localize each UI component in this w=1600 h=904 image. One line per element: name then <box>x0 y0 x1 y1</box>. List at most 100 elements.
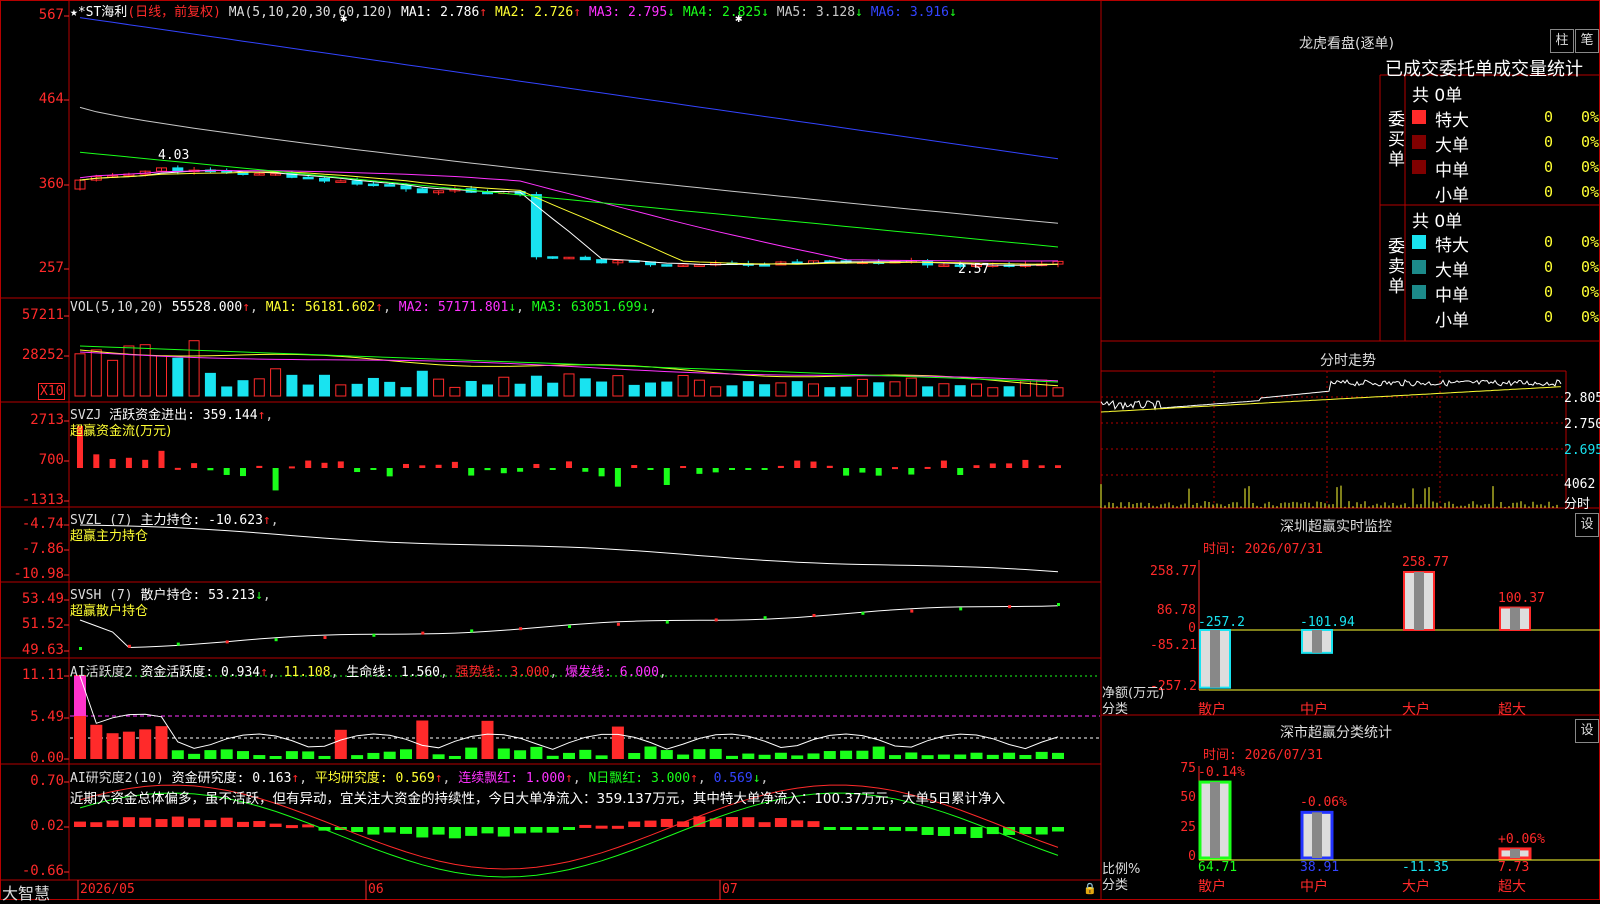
candle-body <box>400 185 412 190</box>
classify-xlabel: 分类 <box>1102 878 1129 893</box>
candle-body <box>693 264 705 267</box>
order-size-swatch <box>1412 235 1426 249</box>
classify-top-label: -0.06% <box>1300 795 1347 811</box>
svzl-value: -10.623 <box>208 513 263 528</box>
order-size-swatch <box>1412 110 1426 124</box>
activity-bar <box>563 752 575 759</box>
volume-bar <box>237 380 249 397</box>
monitor-bar-shade <box>1210 630 1220 688</box>
high-mark: 4.03 <box>158 148 190 163</box>
activity-bar <box>220 749 233 759</box>
fund-flow-bar <box>826 465 833 468</box>
fund-flow-bar <box>924 466 931 469</box>
legend-sep: , <box>658 665 667 680</box>
research-bar <box>416 827 429 838</box>
order-qty: 0 <box>1544 258 1554 276</box>
activity-bar <box>742 753 755 759</box>
order-pct: 0% <box>1581 158 1600 176</box>
fund-flow-bar <box>305 460 312 468</box>
order-size-label: 中单 <box>1435 161 1469 181</box>
buy-side-label: 委买单 <box>1388 110 1405 170</box>
vol-header: VOL(5,10,20) 55528.000↑, MA1: 56181.602↑… <box>70 300 658 315</box>
research-bar <box>237 821 249 827</box>
activity-bar <box>351 755 364 759</box>
volume-bar <box>286 374 298 397</box>
retail-holding-dot <box>519 627 523 631</box>
classify-settings-button[interactable]: 设 <box>1575 719 1599 743</box>
retail-holding-dot <box>910 609 914 613</box>
ai-research-title: AI研究度2(10) <box>70 771 164 786</box>
legend-sep: , <box>330 665 347 680</box>
volume-bar <box>889 381 901 397</box>
order-size-swatch <box>1412 135 1426 149</box>
volume-bar <box>204 372 216 397</box>
classify-category: 超大 <box>1498 879 1526 895</box>
fund-flow-bar <box>1038 465 1045 468</box>
legend-item: 连续飘红: 1.000 <box>458 771 565 786</box>
order-qty: 0 <box>1544 308 1554 326</box>
monitor-y-tick: -85.21 <box>1150 638 1197 653</box>
activity-bar <box>269 755 282 759</box>
research-bar <box>155 819 168 827</box>
order-pct: 0% <box>1581 233 1600 251</box>
legend-sep <box>863 5 871 20</box>
legend-arrow: ↓ <box>761 5 769 20</box>
activity-bar <box>823 751 836 759</box>
research-bar <box>807 821 820 827</box>
svsh-name: 散户持仓: <box>140 588 201 603</box>
legend-sep: , <box>442 771 459 786</box>
intraday-tick-0: 2.805 <box>1564 391 1600 406</box>
legend-arrow: ↑ <box>573 5 582 20</box>
classify-bottom-label: 7.73 <box>1498 860 1530 875</box>
activity-bar <box>709 748 722 759</box>
fund-flow-bar <box>745 468 752 470</box>
low-mark: 2.57 <box>958 262 990 277</box>
legend-item: MA3: 2.795 <box>588 5 668 20</box>
volume-bar <box>449 386 461 397</box>
chart-canvas[interactable]: ✱ ✱ <box>0 0 1600 900</box>
fund-flow-bar <box>647 468 654 470</box>
tick-mode-button[interactable]: 笔 <box>1575 29 1599 53</box>
legend-sep: , <box>572 771 589 786</box>
activity-bar <box>237 751 249 759</box>
retail-holding-dot <box>763 616 767 620</box>
activity-bar <box>383 751 396 759</box>
legend-arrow: ↓ <box>855 5 863 20</box>
activity-bar <box>921 755 934 759</box>
volume-bar <box>612 375 624 397</box>
volume-bar <box>498 376 510 397</box>
classify-y-tick: 50 <box>1180 790 1196 805</box>
activity-bar <box>416 720 429 759</box>
svzj-subtitle: 超赢资金流(万元) <box>70 424 172 439</box>
svsh-value: 53.213 <box>208 588 256 603</box>
volume-bar <box>90 349 102 397</box>
activity-bar <box>302 751 315 759</box>
fund-flow-bar <box>940 460 947 468</box>
order-qty: 0 <box>1544 283 1554 301</box>
research-bar <box>644 820 657 827</box>
order-size-swatch <box>1412 160 1426 174</box>
y-tick-label: 57211 <box>21 307 64 323</box>
y-tick-label: -10.98 <box>13 566 64 582</box>
volume-bar <box>791 381 803 397</box>
order-size-label: 小单 <box>1435 311 1469 331</box>
retail-holding-dot <box>861 611 865 615</box>
activity-bar <box>334 729 347 759</box>
lock-icon[interactable]: 🔒 <box>1083 882 1097 895</box>
fund-flow-bar <box>484 468 491 471</box>
bar-mode-button[interactable]: 柱 <box>1550 29 1574 53</box>
classify-bottom-label: 38.91 <box>1300 860 1340 875</box>
volume-bar <box>188 340 200 397</box>
ma4-line <box>79 151 1059 248</box>
y-tick-label: 2713 <box>30 412 64 428</box>
volume-bar <box>302 384 314 397</box>
order-pct: 0% <box>1581 258 1600 276</box>
monitor-settings-button[interactable]: 设 <box>1575 513 1599 537</box>
activity-bar <box>693 749 706 759</box>
research-bar <box>726 817 738 827</box>
order-pct: 0% <box>1581 308 1600 326</box>
candle-body <box>547 256 559 259</box>
legend-item: 强势线: 3.000 <box>455 665 550 680</box>
monitor-title: 深圳超赢实时监控 <box>1280 519 1392 535</box>
y-tick-label: 464 <box>38 91 64 107</box>
